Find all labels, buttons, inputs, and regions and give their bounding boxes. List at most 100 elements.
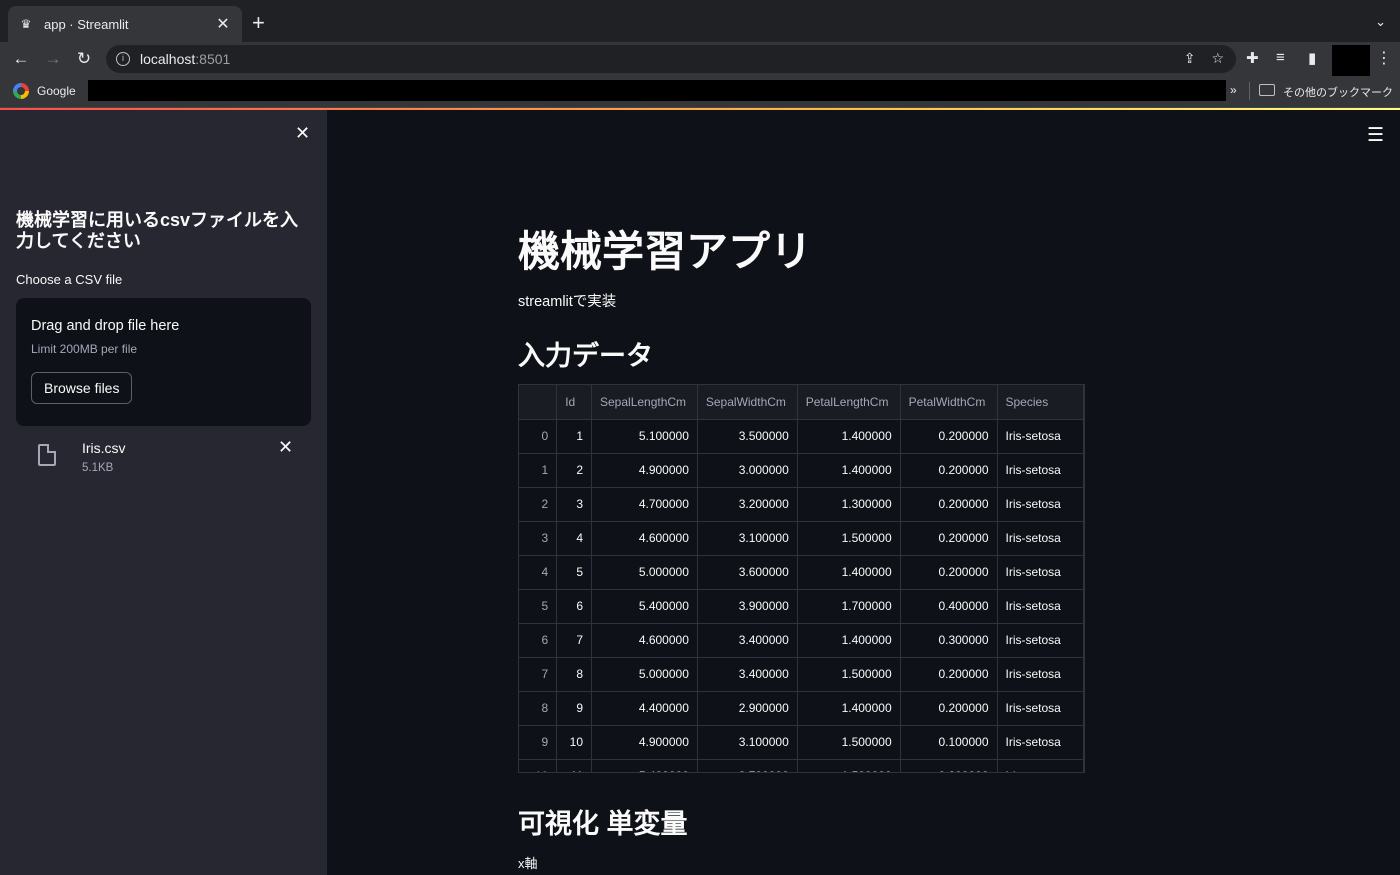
table-cell[interactable]: 3.200000 [697,487,798,522]
close-tab-icon[interactable]: ✕ [214,14,232,34]
row-index-cell[interactable]: 6 [519,623,558,658]
table-cell[interactable]: Iris-setosa [997,589,1084,624]
table-cell[interactable]: 0.200000 [900,555,998,590]
row-index-cell[interactable]: 9 [519,725,558,760]
table-cell[interactable]: 5.100000 [591,419,698,454]
file-dropzone[interactable]: Drag and drop file here Limit 200MB per … [16,298,311,426]
table-cell[interactable]: 0.100000 [900,725,998,760]
other-bookmarks[interactable]: その他のブックマーク [1283,84,1393,100]
table-cell[interactable]: 5.400000 [591,759,698,772]
share-icon[interactable]: ⇪ [1184,50,1196,67]
table-cell[interactable]: 1.400000 [797,623,901,658]
row-index-cell[interactable]: 4 [519,555,558,590]
column-header[interactable]: Species [997,385,1084,420]
table-cell[interactable]: 4.400000 [591,691,698,726]
table-cell[interactable]: 11 [556,759,592,772]
table-cell[interactable]: 3.100000 [697,725,798,760]
new-tab-button[interactable]: + [252,12,265,34]
table-cell[interactable]: Iris-setosa [997,691,1084,726]
table-cell[interactable]: 3.400000 [697,623,798,658]
browser-tab[interactable]: ♛ app · Streamlit ✕ [8,6,242,42]
table-cell[interactable]: 0.300000 [900,623,998,658]
table-cell[interactable]: Iris-setosa [997,725,1084,760]
row-index-cell[interactable]: 7 [519,657,558,692]
table-cell[interactable]: 5 [556,555,592,590]
column-header[interactable]: PetalLengthCm [797,385,901,420]
table-cell[interactable]: 1.500000 [797,759,901,772]
table-cell[interactable]: 0.200000 [900,657,998,692]
reload-icon[interactable]: ↻ [73,48,95,70]
table-cell[interactable]: 4.700000 [591,487,698,522]
table-cell[interactable]: 0.200000 [900,691,998,726]
table-cell[interactable]: 1.500000 [797,521,901,556]
table-cell[interactable]: Iris-setosa [997,419,1084,454]
side-panel-icon[interactable]: ▮ [1308,49,1316,67]
column-header[interactable]: SepalLengthCm [591,385,698,420]
more-bookmarks-icon[interactable]: » [1230,83,1237,97]
table-cell[interactable]: 3.100000 [697,521,798,556]
column-header[interactable]: PetalWidthCm [900,385,998,420]
table-cell[interactable]: 3.400000 [697,657,798,692]
table-cell[interactable]: 0.200000 [900,453,998,488]
table-cell[interactable]: 2.900000 [697,691,798,726]
table-cell[interactable]: 3.000000 [697,453,798,488]
column-header[interactable] [519,385,558,420]
table-cell[interactable]: 5.000000 [591,555,698,590]
browse-files-button[interactable]: Browse files [31,372,133,404]
tab-search-chevron-icon[interactable]: ⌄ [1375,14,1386,30]
table-cell[interactable]: 1.400000 [797,691,901,726]
table-cell[interactable]: Iris-setosa [997,453,1084,488]
table-cell[interactable]: 4.900000 [591,725,698,760]
table-cell[interactable]: Iris-setosa [997,657,1084,692]
table-cell[interactable]: Iris-setosa [997,521,1084,556]
table-cell[interactable]: 4.600000 [591,521,698,556]
table-cell[interactable]: 8 [556,657,592,692]
table-cell[interactable]: 3.600000 [697,555,798,590]
column-header[interactable]: Id [556,385,592,420]
table-cell[interactable]: 3.700000 [697,759,798,772]
table-cell[interactable]: 1.700000 [797,589,901,624]
table-cell[interactable]: 0.400000 [900,589,998,624]
table-cell[interactable]: 0.200000 [900,419,998,454]
row-index-cell[interactable]: 5 [519,589,558,624]
close-sidebar-icon[interactable]: ✕ [295,123,310,144]
table-cell[interactable]: Iris-setosa [997,759,1084,772]
browser-menu-icon[interactable]: ⋮ [1376,48,1392,68]
table-cell[interactable]: 0.200000 [900,487,998,522]
back-icon[interactable]: ← [10,48,32,70]
extensions-icon[interactable]: ✚ [1246,49,1259,67]
table-cell[interactable]: 5.000000 [591,657,698,692]
row-index-cell[interactable]: 10 [519,759,558,772]
table-cell[interactable]: 1.500000 [797,657,901,692]
table-cell[interactable]: 6 [556,589,592,624]
row-index-cell[interactable]: 3 [519,521,558,556]
table-cell[interactable]: 4.900000 [591,453,698,488]
table-cell[interactable]: 3.500000 [697,419,798,454]
row-index-cell[interactable]: 2 [519,487,558,522]
table-cell[interactable]: 1.400000 [797,555,901,590]
row-index-cell[interactable]: 8 [519,691,558,726]
table-cell[interactable]: 0.200000 [900,521,998,556]
row-index-cell[interactable]: 0 [519,419,558,454]
table-cell[interactable]: Iris-setosa [997,555,1084,590]
table-cell[interactable]: Iris-setosa [997,623,1084,658]
table-cell[interactable]: 10 [556,725,592,760]
row-index-cell[interactable]: 1 [519,453,558,488]
table-cell[interactable]: 0.200000 [900,759,998,772]
bookmark-google[interactable]: Google [37,84,76,98]
table-cell[interactable]: 3 [556,487,592,522]
dataframe[interactable]: Id SepalLengthCm SepalWidthCm PetalLengt… [518,384,1085,773]
table-cell[interactable]: 4 [556,521,592,556]
address-bar[interactable]: i localhost:8501 ⇪ ☆ [106,45,1236,73]
reading-list-icon[interactable]: ≡ [1276,49,1285,66]
table-cell[interactable]: 2 [556,453,592,488]
table-cell[interactable]: 7 [556,623,592,658]
forward-icon[interactable]: → [42,48,64,70]
table-cell[interactable]: 1.500000 [797,725,901,760]
main-menu-icon[interactable]: ☰ [1367,124,1384,147]
table-cell[interactable]: 1.300000 [797,487,901,522]
site-info-icon[interactable]: i [116,52,130,66]
remove-file-icon[interactable]: ✕ [278,437,293,458]
table-cell[interactable]: 4.600000 [591,623,698,658]
bookmark-star-icon[interactable]: ☆ [1211,50,1224,67]
